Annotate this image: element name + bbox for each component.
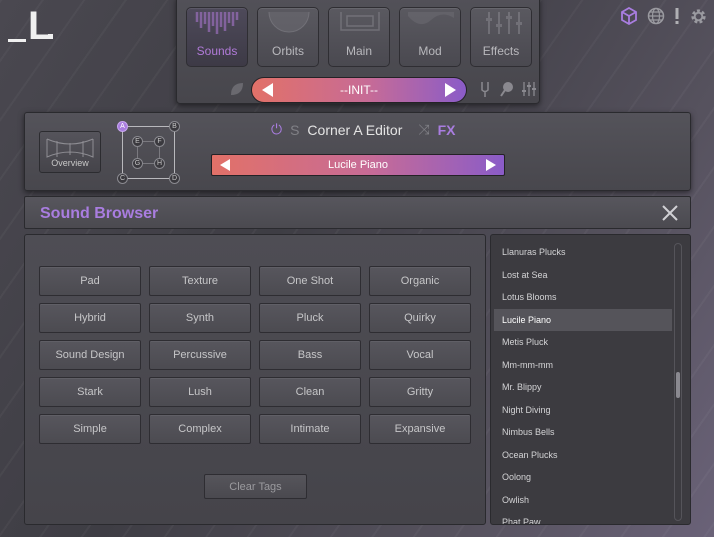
prev-preset-icon[interactable] [262, 83, 273, 97]
tab-label: Sounds [196, 44, 238, 58]
tab-orbits[interactable]: Orbits [257, 7, 319, 67]
sound-list-item[interactable]: Nimbus Bells [494, 421, 672, 444]
tag-button[interactable]: Texture [149, 266, 251, 296]
sliders-icon [486, 12, 522, 34]
corner-node-f[interactable]: F [154, 136, 165, 147]
nav-panel: Sounds Orbits Main Mod Effects --INIT-- [176, 0, 540, 104]
tab-sounds[interactable]: Sounds [186, 7, 248, 67]
tag-button[interactable]: Pad [39, 266, 141, 296]
tag-button[interactable]: Lush [149, 377, 251, 407]
clear-tags-button[interactable]: Clear Tags [204, 474, 307, 499]
sound-list-item[interactable]: Ocean Plucks [494, 444, 672, 467]
mod-icon [408, 12, 454, 25]
tab-mod[interactable]: Mod [399, 7, 461, 67]
tag-button[interactable]: Clean [259, 377, 361, 407]
prev-sound-icon[interactable] [220, 159, 230, 171]
tag-button[interactable]: Intimate [259, 414, 361, 444]
tab-main[interactable]: Main [328, 7, 390, 67]
gear-icon[interactable] [688, 6, 708, 26]
close-icon[interactable] [660, 203, 680, 223]
tag-button[interactable]: Quirky [369, 303, 471, 333]
corner-node-h[interactable]: H [154, 158, 165, 169]
solo-button[interactable]: S [290, 122, 299, 138]
sound-browser-title: Sound Browser [40, 205, 159, 222]
corner-node-e[interactable]: E [132, 136, 143, 147]
tag-button[interactable]: One Shot [259, 266, 361, 296]
sound-list-item[interactable]: Mm-mm-mm [494, 354, 672, 377]
mixer-icon[interactable] [521, 81, 537, 97]
waveform-icon [195, 12, 239, 34]
main-icon [340, 12, 380, 31]
tuning-fork-icon[interactable] [477, 81, 493, 97]
corner-node-d[interactable]: D [169, 173, 180, 184]
tags-panel: Pad Texture One Shot Organic Hybrid Synth Pluc… [24, 234, 486, 525]
sound-list-item[interactable]: Owlish [494, 489, 672, 512]
sound-name: Lucile Piano [328, 159, 388, 171]
scrollbar-thumb[interactable] [676, 372, 680, 398]
next-sound-icon[interactable] [486, 159, 496, 171]
tag-button[interactable]: Complex [149, 414, 251, 444]
power-icon[interactable]: ⏻ [271, 121, 282, 138]
cube-icon[interactable] [619, 6, 639, 26]
sound-list-item[interactable]: Lotus Blooms [494, 286, 672, 309]
tag-button[interactable]: Bass [259, 340, 361, 370]
top-icons [619, 6, 708, 26]
sound-browser-header: Sound Browser [24, 196, 691, 229]
tag-button[interactable]: Percussive [149, 340, 251, 370]
preset-selector[interactable]: --INIT-- [251, 77, 467, 103]
tag-button[interactable]: Gritty [369, 377, 471, 407]
corner-grid: A B C D E F G H [117, 121, 180, 184]
sound-list-item[interactable]: Oolong [494, 466, 672, 489]
sound-list-panel: Llanuras Plucks Lost at Sea Lotus Blooms Lu… [490, 234, 691, 525]
orbit-icon [268, 12, 310, 33]
tag-button[interactable]: Expansive [369, 414, 471, 444]
next-preset-icon[interactable] [445, 83, 456, 97]
sound-list: Llanuras Plucks Lost at Sea Lotus Blooms Lu… [494, 241, 672, 524]
sound-list-item[interactable]: Lost at Sea [494, 264, 672, 287]
sound-selector[interactable]: Lucile Piano [211, 154, 505, 176]
tab-label: Mod [418, 44, 442, 58]
corner-node-b[interactable]: B [169, 121, 180, 132]
tag-button[interactable]: Simple [39, 414, 141, 444]
corner-node-a[interactable]: A [117, 121, 128, 132]
tab-label: Main [345, 44, 372, 58]
sound-list-item[interactable]: Phat Paw [494, 511, 672, 524]
tag-button[interactable]: Hybrid [39, 303, 141, 333]
sound-list-item[interactable]: Metis Pluck [494, 331, 672, 354]
fx-button[interactable]: FX [438, 122, 456, 138]
scrollbar[interactable] [674, 243, 682, 521]
globe-icon[interactable] [646, 6, 666, 26]
tag-grid: Pad Texture One Shot Organic Hybrid Synth Pluc… [39, 266, 471, 444]
sound-list-item[interactable]: Llanuras Plucks [494, 241, 672, 264]
alert-icon[interactable] [673, 6, 681, 26]
corner-node-c[interactable]: C [117, 173, 128, 184]
brush-icon[interactable] [499, 81, 515, 97]
tab-label: Effects [482, 44, 520, 58]
sound-list-item[interactable]: Mr. Blippy [494, 376, 672, 399]
tag-button[interactable]: Sound Design [39, 340, 141, 370]
overview-label: Overview [51, 158, 89, 168]
sound-list-item[interactable]: Lucile Piano [494, 308, 672, 331]
tab-label: Orbits [271, 44, 304, 58]
shuffle-icon[interactable]: ⤨ [418, 121, 429, 138]
overview-button[interactable]: Overview [39, 131, 101, 173]
tag-button[interactable]: Synth [149, 303, 251, 333]
corner-editor-panel: Overview A B C D E F G H ⏻ S Corner A Ed… [24, 112, 691, 191]
corner-node-g[interactable]: G [132, 158, 143, 169]
tab-effects[interactable]: Effects [470, 7, 532, 67]
tag-button[interactable]: Vocal [369, 340, 471, 370]
tag-button[interactable]: Organic [369, 266, 471, 296]
tag-button[interactable]: Stark [39, 377, 141, 407]
preset-name: --INIT-- [340, 83, 378, 97]
leaf-icon[interactable] [229, 81, 245, 102]
corner-editor-title: Corner A Editor [307, 121, 403, 138]
sound-list-item[interactable]: Night Diving [494, 399, 672, 422]
tag-button[interactable]: Pluck [259, 303, 361, 333]
